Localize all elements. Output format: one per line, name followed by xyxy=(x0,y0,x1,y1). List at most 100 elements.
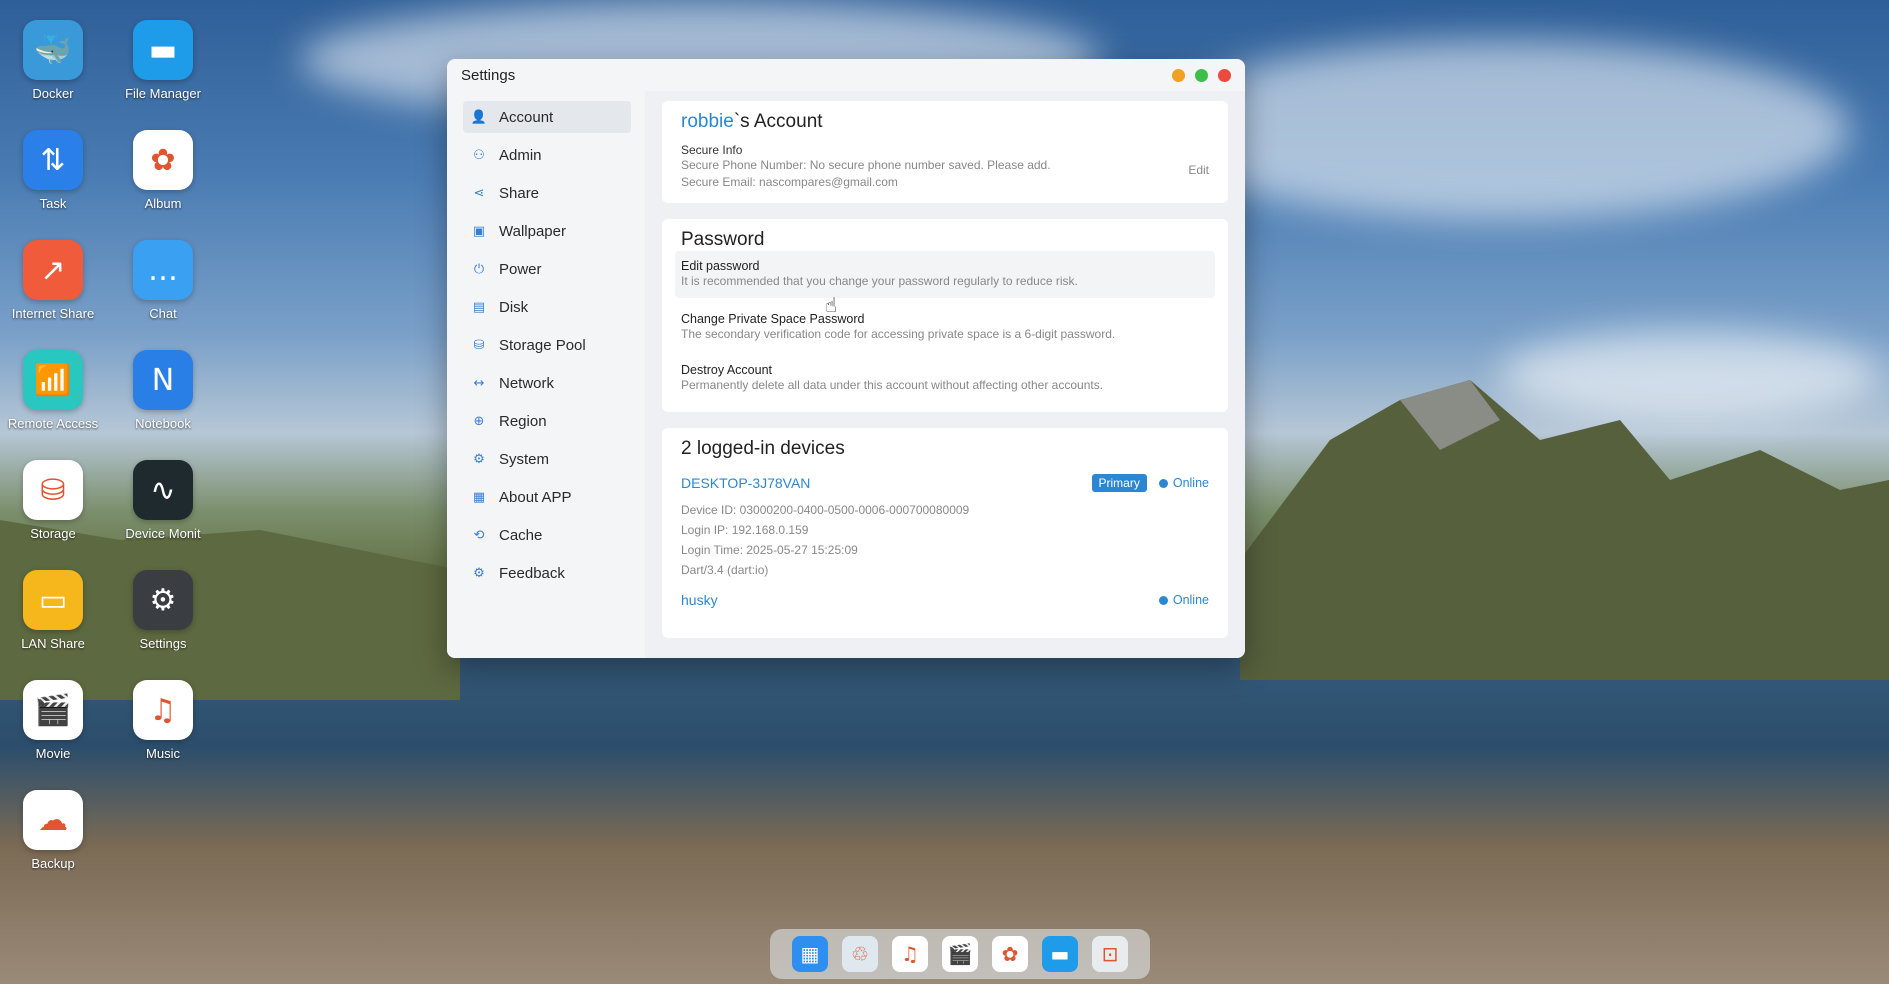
destroy-account-desc: Permanently delete all data under this a… xyxy=(681,378,1104,392)
sidebar-item-storage-pool[interactable]: ⛁ Storage Pool xyxy=(463,329,631,361)
device-agent: Dart/3.4 (dart:io) xyxy=(681,563,769,577)
sidebar-item-cache[interactable]: ⟲ Cache xyxy=(463,519,631,551)
online-status-label: Online xyxy=(1172,593,1209,607)
devices-card: 2 logged-in devices DESKTOP-3J78VAN Prim… xyxy=(662,428,1228,638)
sidebar-item-feedback[interactable]: ⚙ Feedback xyxy=(463,557,631,589)
title-bar[interactable]: Settings xyxy=(447,59,1245,91)
desktop-icon-chat[interactable]: … Chat xyxy=(108,240,218,321)
network-icon: ↔ xyxy=(473,375,485,391)
desktop-icon-lan-share[interactable]: ▭ LAN Share xyxy=(0,570,108,651)
device-monit-icon: ∿ xyxy=(133,460,193,520)
desktop-icon-docker[interactable]: 🐳 Docker xyxy=(0,20,108,101)
online-status: Online xyxy=(1158,476,1209,490)
music-icon[interactable]: ♫ xyxy=(892,936,928,972)
edit-password-row[interactable]: Edit password It is recommended that you… xyxy=(675,251,1215,298)
destroy-account-title: Destroy Account xyxy=(681,363,773,377)
sidebar-item-power[interactable]: ⏻ Power xyxy=(463,253,631,285)
desktop-icon-label: Music xyxy=(146,746,180,761)
sidebar-item-disk[interactable]: ▤ Disk xyxy=(463,291,631,323)
sidebar-item-label: Feedback xyxy=(499,564,565,582)
sidebar-item-share[interactable]: ⋖ Share xyxy=(463,177,631,209)
desktop-icon-movie[interactable]: 🎬 Movie xyxy=(0,680,108,761)
online-dot-icon xyxy=(1158,478,1168,488)
online-dot-icon xyxy=(1158,595,1168,605)
desktop-icon-label: Device Monit xyxy=(125,526,201,541)
desktop-icon-music[interactable]: ♫ Music xyxy=(108,680,218,761)
remote-access-icon: 📶 xyxy=(23,350,83,410)
desktop-icon-label: Remote Access xyxy=(7,416,99,431)
device-name[interactable]: DESKTOP-3J78VAN xyxy=(681,475,810,491)
sidebar-item-label: System xyxy=(499,450,550,468)
grid-icon: ▦ xyxy=(472,489,486,505)
destroy-account-row[interactable]: Destroy Account Permanently delete all d… xyxy=(681,355,1209,400)
sidebar-item-label: Wallpaper xyxy=(499,222,566,240)
desktop-icon-backup[interactable]: ☁ Backup xyxy=(0,790,108,871)
desktop-icon-label: File Manager xyxy=(125,86,201,101)
sidebar-item-account[interactable]: 👤 Account xyxy=(463,101,631,133)
account-card: robbie`s Account Secure Info Secure Phon… xyxy=(662,101,1228,203)
movie-icon[interactable]: 🎬 xyxy=(942,936,978,972)
sidebar-item-label: Cache xyxy=(499,526,543,544)
screenshot-icon[interactable]: ⊡ xyxy=(1092,936,1128,972)
account-title-suffix: `s Account xyxy=(733,111,823,132)
desktop-icon-internet-share[interactable]: ↗ Internet Share xyxy=(0,240,108,321)
private-space-password-desc: The secondary verification code for acce… xyxy=(681,327,1116,341)
wallpaper-icon: ▣ xyxy=(472,223,486,239)
hand-cursor-icon: ☝ xyxy=(825,293,838,317)
notebook-icon: N xyxy=(133,350,193,410)
sidebar-item-system[interactable]: ⚙ System xyxy=(463,443,631,475)
album-icon: ✿ xyxy=(133,130,193,190)
desktop-icon-label: Storage xyxy=(30,526,76,541)
desktop-icon-label: Settings xyxy=(139,636,187,651)
settings-icon: ⚙ xyxy=(133,570,193,630)
folder-icon[interactable]: ▬ xyxy=(1042,936,1078,972)
recycle-icon[interactable]: ♲ xyxy=(842,936,878,972)
sidebar-item-label: Storage Pool xyxy=(499,336,586,354)
chat-icon: … xyxy=(133,240,193,300)
online-status-label: Online xyxy=(1172,476,1209,490)
disk-icon: ▤ xyxy=(472,299,486,315)
album-icon[interactable]: ✿ xyxy=(992,936,1028,972)
sidebar-item-network[interactable]: ↔ Network xyxy=(463,367,631,399)
minimize-button[interactable] xyxy=(1172,68,1185,82)
music-icon: ♫ xyxy=(133,680,193,740)
sidebar-item-wallpaper[interactable]: ▣ Wallpaper xyxy=(463,215,631,247)
maximize-button[interactable] xyxy=(1195,68,1208,82)
admin-icon: ⚇ xyxy=(473,147,485,163)
private-space-password-row[interactable]: Change Private Space Password The second… xyxy=(681,304,1209,349)
device-name[interactable]: husky xyxy=(681,592,718,608)
desktop-icon-device-monit[interactable]: ∿ Device Monit xyxy=(108,460,218,541)
close-button[interactable] xyxy=(1218,68,1231,82)
desktop-icon-storage[interactable]: ⛁ Storage xyxy=(0,460,108,541)
sidebar-item-label: Disk xyxy=(499,298,529,316)
secure-email: Secure Email: nascompares@gmail.com xyxy=(681,175,898,189)
desktop-icon-file-manager[interactable]: ▬ File Manager xyxy=(108,20,218,101)
account-username[interactable]: robbie xyxy=(681,111,734,132)
desktop-icon-remote-access[interactable]: 📶 Remote Access xyxy=(0,350,108,431)
desktop-icon-label: Album xyxy=(144,196,182,211)
password-card: Password Edit password It is recommended… xyxy=(662,219,1228,412)
edit-secure-info-button[interactable]: Edit xyxy=(1188,163,1209,177)
device-row: DESKTOP-3J78VAN Primary Online xyxy=(681,474,1209,492)
desktop-icon-task[interactable]: ⇅ Task xyxy=(0,130,108,211)
edit-password-desc: It is recommended that you change your p… xyxy=(681,274,1078,288)
desktop-icon-notebook[interactable]: N Notebook xyxy=(108,350,218,431)
dock: ▦ ♲ ♫ 🎬 ✿ ▬ ⊡ xyxy=(770,929,1150,979)
sidebar-item-admin[interactable]: ⚇ Admin xyxy=(463,139,631,171)
backup-icon: ☁ xyxy=(23,790,83,850)
desktop-icon-label: Backup xyxy=(31,856,75,871)
sidebar-item-about-app[interactable]: ▦ About APP xyxy=(463,481,631,513)
settings-window: Settings 👤 Account ⚇ Admin ⋖ Share ▣ Wallpaper ⏻… xyxy=(447,59,1245,658)
apps-icon[interactable]: ▦ xyxy=(792,936,828,972)
desktop-icon-settings[interactable]: ⚙ Settings xyxy=(108,570,218,651)
task-icon: ⇅ xyxy=(23,130,83,190)
primary-badge: Primary xyxy=(1091,474,1147,492)
private-space-password-title: Change Private Space Password xyxy=(681,312,865,326)
movie-icon: 🎬 xyxy=(23,680,83,740)
internet-share-icon: ↗ xyxy=(23,240,83,300)
sidebar-item-region[interactable]: ⊕ Region xyxy=(463,405,631,437)
account-content: robbie`s Account Secure Info Secure Phon… xyxy=(645,91,1245,658)
desktop-icon-label: Movie xyxy=(35,746,71,761)
desktop-icon-album[interactable]: ✿ Album xyxy=(108,130,218,211)
cache-icon: ⟲ xyxy=(473,527,485,543)
